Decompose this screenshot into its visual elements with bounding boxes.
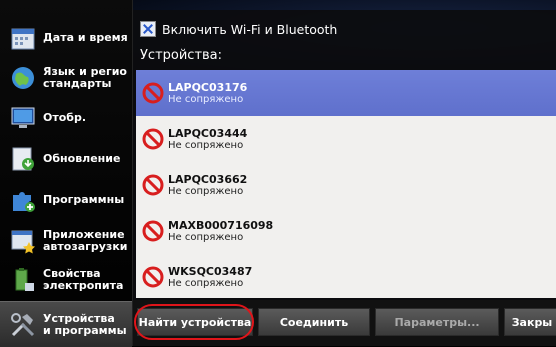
device-status: Не сопряжено xyxy=(168,277,244,289)
sidebar-item-label: Язык и регио стандарты xyxy=(43,65,127,90)
device-list[interactable]: LAPQC03176 Не сопряжено LAPQC03444 Не со… xyxy=(136,70,556,298)
update-icon xyxy=(12,147,34,171)
device-row[interactable]: MAXB000716098 Не сопряжено xyxy=(136,208,556,254)
power-icon xyxy=(15,268,34,291)
sidebar-item-label: Устройства и программы xyxy=(43,311,127,337)
sidebar-item-startup-apps[interactable]: Приложение автозагрузки xyxy=(0,222,132,260)
sidebar-item-label: Отобр. xyxy=(43,111,87,124)
device-row[interactable]: LAPQC03662 Не сопряжено xyxy=(136,162,556,208)
device-row[interactable]: WKSQC03487 Не сопряжено xyxy=(136,254,556,298)
sidebar-item-language[interactable]: Язык и регио стандарты xyxy=(0,60,132,96)
device-name: WKSQC03487 xyxy=(168,264,253,278)
device-name: LAPQC03176 xyxy=(168,80,248,94)
sidebar-item-label: Приложение автозагрузки xyxy=(43,228,128,253)
device-status: Не сопряжено xyxy=(168,139,244,151)
checkbox-x-icon[interactable] xyxy=(140,21,156,37)
find-devices-button[interactable]: Найти устройства xyxy=(137,308,253,336)
device-row[interactable]: LAPQC03444 Не сопряжено xyxy=(136,116,556,162)
device-status: Не сопряжено xyxy=(168,93,244,105)
sidebar-item-datetime[interactable]: Дата и время xyxy=(0,20,132,56)
devices-label: Устройства: xyxy=(140,48,223,63)
bluetooth-devices-dialog: Включить Wi-Fi и Bluetooth Устройства: L… xyxy=(133,10,556,346)
device-name: MAXB000716098 xyxy=(168,218,274,232)
device-row[interactable]: LAPQC03176 Не сопряжено xyxy=(136,70,556,116)
sidebar-item-label: Дата и время xyxy=(43,31,128,44)
sidebar-item-programs[interactable]: Программны xyxy=(0,182,132,218)
blocked-icon xyxy=(142,174,164,196)
blocked-icon xyxy=(142,128,164,150)
blocked-icon xyxy=(142,266,164,288)
sidebar-item-display[interactable]: Отобр. xyxy=(0,100,132,136)
settings-sidebar: Дата и время Язык и регио стандарты Отоб… xyxy=(0,0,133,347)
blocked-icon xyxy=(142,220,164,242)
device-status: Не сопряжено xyxy=(168,231,244,243)
sidebar-item-devices[interactable]: Устройства и программы xyxy=(0,301,132,347)
device-status: Не сопряжено xyxy=(168,185,244,197)
sidebar-item-label: Обновление xyxy=(43,152,121,165)
calendar-icon xyxy=(11,28,35,50)
device-name: LAPQC03662 xyxy=(168,172,248,186)
connect-button[interactable]: Соединить xyxy=(258,308,370,336)
puzzle-icon xyxy=(13,192,35,212)
toggle-label: Включить Wi-Fi и Bluetooth xyxy=(162,21,338,37)
blocked-icon xyxy=(142,82,164,104)
devices-icon xyxy=(11,312,35,336)
wifi-bluetooth-toggle[interactable]: Включить Wi-Fi и Bluetooth xyxy=(140,20,337,38)
startup-app-icon xyxy=(11,230,35,254)
close-button[interactable]: Закры xyxy=(504,308,556,336)
display-icon xyxy=(11,107,35,128)
dialog-button-bar: Найти устройства Соединить Параметры... … xyxy=(133,300,556,346)
sidebar-item-power[interactable]: Свойства электропита xyxy=(0,262,132,298)
sidebar-item-label: Программны xyxy=(43,193,125,206)
globe-icon xyxy=(12,67,34,89)
settings-button[interactable]: Параметры... xyxy=(375,308,499,336)
device-name: LAPQC03444 xyxy=(168,126,248,140)
sidebar-item-update[interactable]: Обновление xyxy=(0,140,132,178)
sidebar-item-label: Свойства электропита xyxy=(43,267,124,292)
